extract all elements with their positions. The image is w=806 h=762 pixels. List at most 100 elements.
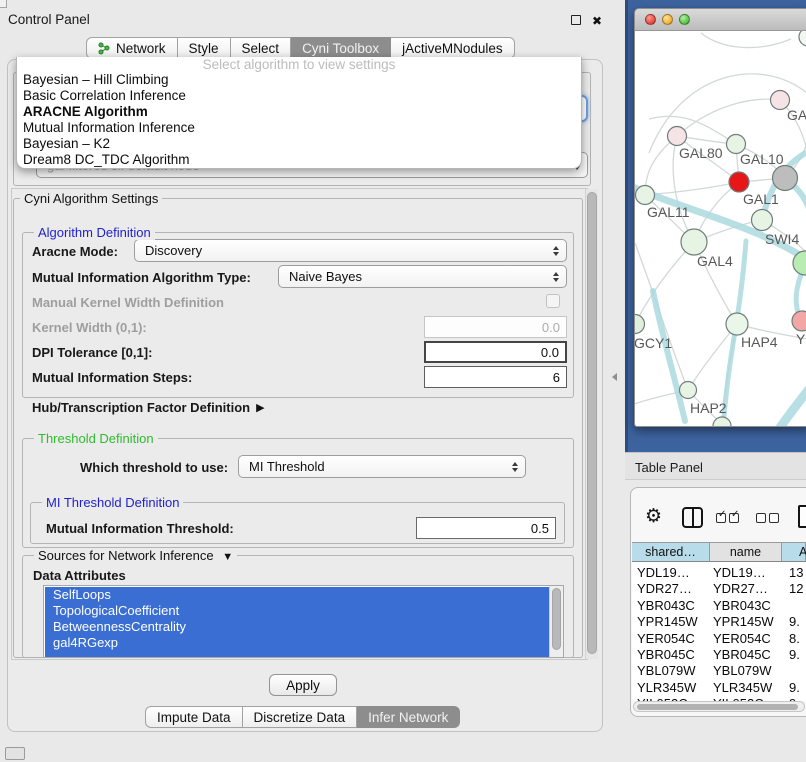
settings-scrollbar-track[interactable] <box>585 189 598 659</box>
column-header-name[interactable]: name <box>710 542 782 562</box>
hub-definition-expander[interactable]: Hub/Transcription Factor Definition ▶ <box>32 400 265 415</box>
algorithm-option[interactable]: Mutual Information Inference <box>17 120 581 136</box>
algorithm-popup-list: Bayesian – Hill ClimbingBasic Correlatio… <box>17 72 581 168</box>
mi-threshold-title: MI Threshold Definition <box>42 495 183 510</box>
tab-label: Cyni Toolbox <box>302 41 379 56</box>
tab-discretize-data[interactable]: Discretize Data <box>243 706 358 728</box>
mi-threshold-field[interactable]: 0.5 <box>416 517 556 539</box>
select-all-checkbox-icon2[interactable]: ✓ <box>729 513 739 523</box>
network-node-gal4[interactable] <box>681 229 707 255</box>
table-row[interactable]: YBL079WYBL079W <box>632 663 806 679</box>
data-attributes-label: Data Attributes <box>33 568 126 583</box>
deselect-all-checkbox-icon[interactable] <box>756 513 766 523</box>
table-cell: 12 <box>782 581 806 597</box>
tab-impute-data[interactable]: Impute Data <box>145 706 243 728</box>
network-canvas[interactable]: GALGAL80GAL10GAL1GAL11SWI4GAL4HAP4YGCY1H… <box>635 31 806 427</box>
table-hscrollbar-track[interactable] <box>633 701 805 712</box>
tab-cyni-toolbox[interactable]: Cyni Toolbox <box>291 37 391 59</box>
tab-label: Network <box>116 41 166 56</box>
tab-infer-network[interactable]: Infer Network <box>357 706 460 728</box>
close-traffic-light[interactable] <box>645 14 656 25</box>
dpi-tolerance-field[interactable]: 0.0 <box>424 341 567 363</box>
panel-title: Control Panel <box>8 12 90 27</box>
column-header-shared-name[interactable]: shared… <box>632 542 710 562</box>
aracne-mode-combo[interactable]: Discovery <box>134 239 567 262</box>
data-attribute-item[interactable]: SelfLoops <box>45 587 551 603</box>
network-node-hap4[interactable] <box>726 313 748 335</box>
table-hscrollbar-thumb[interactable] <box>637 704 798 710</box>
close-icon[interactable]: ✖ <box>592 15 602 27</box>
tab-network[interactable]: Network <box>86 37 178 59</box>
data-attribute-item[interactable]: TopologicalCoefficient <box>45 603 551 619</box>
select-all-checkbox-icon[interactable]: ✓ <box>716 513 726 523</box>
network-node-swi4[interactable] <box>752 210 773 231</box>
table-row[interactable]: YLR345WYLR345W9. <box>632 680 806 696</box>
table-row[interactable]: YER054CYER054C8. <box>632 631 806 647</box>
network-edge-highlighted <box>779 389 806 427</box>
combo-spinner <box>551 240 561 261</box>
table-row[interactable]: YBR043CYBR043C <box>632 598 806 614</box>
tab-jactivemnodules[interactable]: jActiveMNodules <box>391 37 515 59</box>
algorithm-option[interactable]: Bayesian – K2 <box>17 136 581 152</box>
table-cell: YDL19… <box>632 565 710 581</box>
network-node-hap2[interactable] <box>680 382 697 399</box>
table-cell: YDL19… <box>710 565 782 581</box>
manual-kernel-label: Manual Kernel Width Definition <box>32 295 224 310</box>
node-label: GAL4 <box>697 253 733 269</box>
data-attributes-list: SelfLoopsTopologicalCoefficientBetweenne… <box>45 587 551 658</box>
network-window-titlebar[interactable] <box>635 9 806 31</box>
table-cell: YLR345W <box>710 680 782 696</box>
list-scrollbar-thumb[interactable] <box>552 588 561 650</box>
table-row[interactable]: YBR045CYBR045C9. <box>632 647 806 663</box>
tab-select[interactable]: Select <box>231 37 292 59</box>
node-label: GAL <box>787 107 806 123</box>
sources-title-row[interactable]: Sources for Network Inference ▼ <box>34 548 237 565</box>
hub-definition-label: Hub/Transcription Factor Definition <box>32 400 250 415</box>
table-row[interactable]: YDR27…YDR27…12 <box>632 581 806 597</box>
settings-scrollbar-thumb[interactable] <box>587 192 597 654</box>
table-cell: YBL079W <box>632 663 710 679</box>
data-attribute-item[interactable]: BetweennessCentrality <box>45 619 551 635</box>
gear-icon[interactable]: ⚙ <box>645 507 662 527</box>
network-icon <box>98 42 111 55</box>
table-cell: YDR27… <box>632 581 710 597</box>
maximize-traffic-light[interactable] <box>679 14 690 25</box>
table-cell: YBL079W <box>710 663 782 679</box>
node-label: HAP4 <box>741 334 778 350</box>
panel-divider-handle[interactable] <box>612 373 617 381</box>
expand-right-icon: ▶ <box>256 401 264 414</box>
deselect-all-checkbox-icon2[interactable] <box>769 513 779 523</box>
minimize-traffic-light[interactable] <box>662 14 673 25</box>
table-row[interactable]: YPR145WYPR145W9. <box>632 614 806 630</box>
manual-kernel-checkbox[interactable] <box>546 294 560 308</box>
list-scrollbar-track[interactable] <box>549 586 563 657</box>
network-node-pink-right[interactable] <box>792 311 806 331</box>
export-table-icon[interactable] <box>798 505 806 528</box>
algorithm-option[interactable]: Dream8 DC_TDC Algorithm <box>17 152 581 168</box>
column-header-partial[interactable]: A <box>782 542 806 562</box>
network-node-gal1[interactable] <box>729 172 749 192</box>
popup-placeholder: Select algorithm to view settings <box>17 57 581 72</box>
data-attribute-item-partial[interactable] <box>45 651 551 658</box>
mi-steps-field[interactable]: 6 <box>424 366 567 388</box>
network-node-gcy1[interactable] <box>635 315 645 334</box>
apply-button[interactable]: Apply <box>269 674 337 696</box>
mi-type-combo[interactable]: Naive Bayes <box>278 265 567 288</box>
float-window-icon[interactable] <box>571 15 581 25</box>
algorithm-option[interactable]: Basic Correlation Inference <box>17 88 581 104</box>
tab-style[interactable]: Style <box>178 37 231 59</box>
network-node-gal80[interactable] <box>668 127 687 146</box>
aracne-mode-value: Discovery <box>145 243 202 258</box>
collapsed-panel-handle[interactable] <box>5 747 25 760</box>
table-row[interactable]: YDL19…YDL19…13 <box>632 565 806 581</box>
top-tab-bar: Network Style Select Cyni Toolbox jActiv… <box>86 37 515 59</box>
network-node-gray-node[interactable] <box>773 166 798 191</box>
algorithm-option[interactable]: Bayesian – Hill Climbing <box>17 72 581 88</box>
algorithm-option[interactable]: ARACNE Algorithm <box>17 104 581 120</box>
network-node-gal11[interactable] <box>636 186 655 205</box>
data-attribute-item[interactable]: gal4RGexp <box>45 635 551 651</box>
kernel-width-field[interactable]: 0.0 <box>424 316 567 338</box>
network-node-top-right[interactable] <box>799 31 806 46</box>
which-threshold-combo[interactable]: MI Threshold <box>238 455 526 478</box>
columns-icon[interactable] <box>682 507 703 528</box>
